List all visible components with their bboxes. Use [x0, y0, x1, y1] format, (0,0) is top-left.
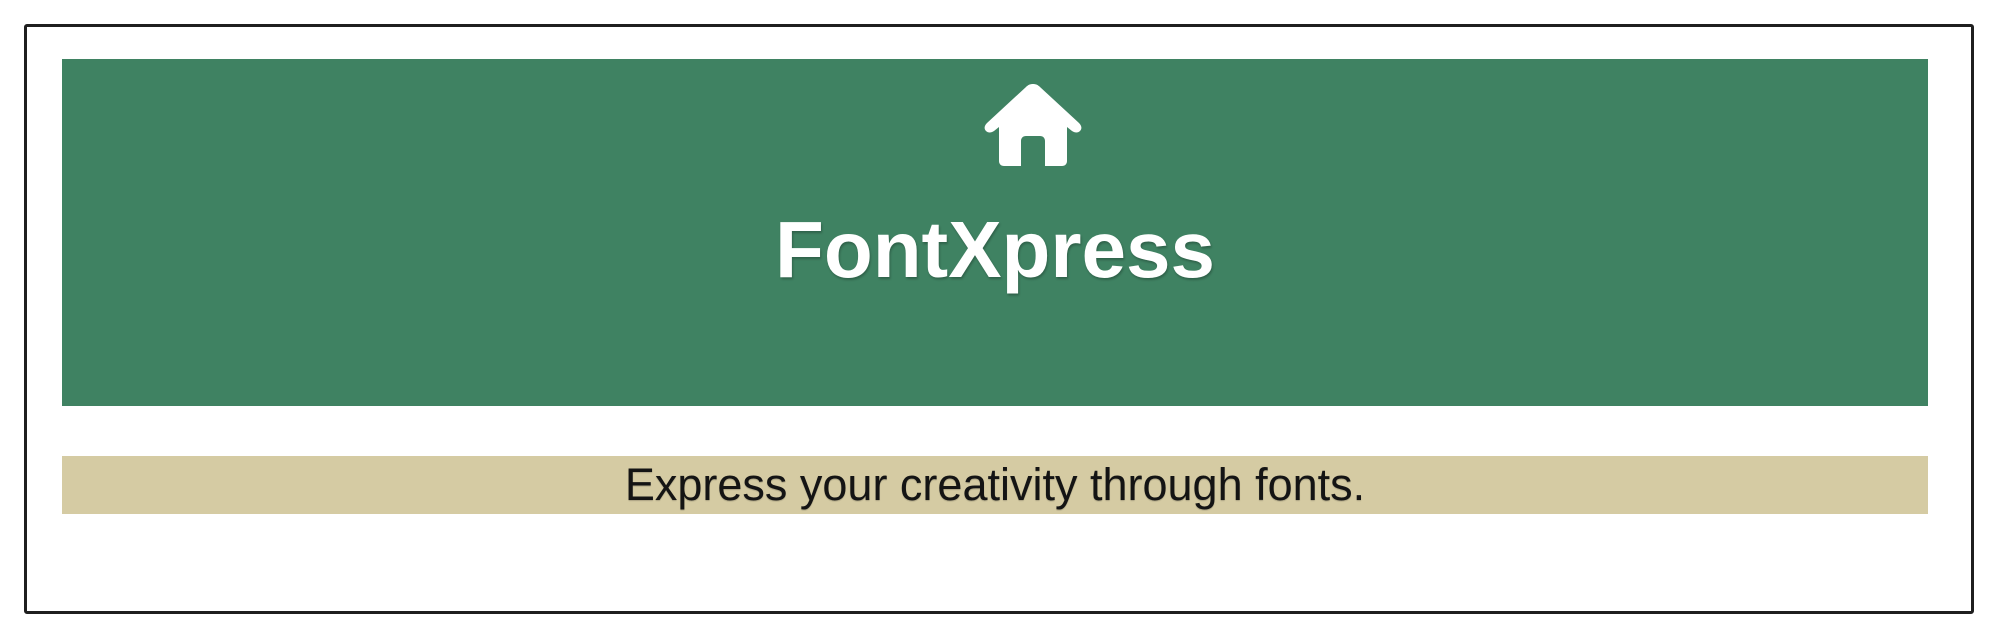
home-icon[interactable]	[983, 81, 1083, 167]
tagline-banner: Express your creativity through fonts.	[62, 456, 1928, 514]
page-frame: FontXpress Express your creativity throu…	[24, 24, 1974, 614]
tagline-text: Express your creativity through fonts.	[624, 459, 1366, 510]
site-header: FontXpress	[62, 59, 1928, 406]
site-title: FontXpress	[774, 205, 1216, 294]
